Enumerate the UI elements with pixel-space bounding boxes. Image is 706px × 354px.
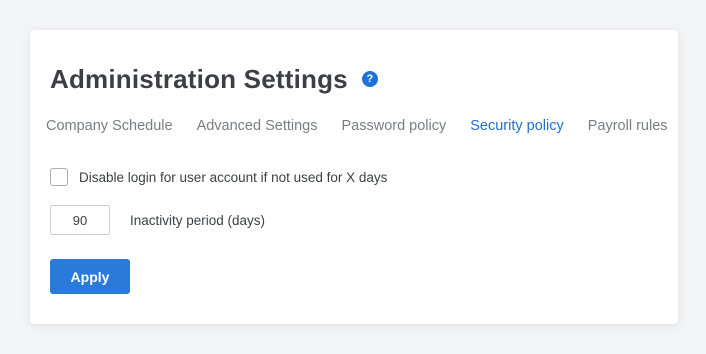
disable-login-checkbox[interactable] xyxy=(50,168,68,186)
apply-button[interactable]: Apply xyxy=(50,259,130,294)
settings-card: Administration Settings ? Company Schedu… xyxy=(30,30,678,324)
inactivity-row: Inactivity period (days) xyxy=(50,205,265,235)
inactivity-label: Inactivity period (days) xyxy=(130,212,266,228)
tab-company-schedule[interactable]: Company Schedule xyxy=(46,118,173,134)
settings-tabs: Company Schedule Advanced Settings Passw… xyxy=(46,118,668,134)
disable-login-row: Disable login for user account if not us… xyxy=(50,168,387,186)
inactivity-days-input[interactable] xyxy=(50,205,110,235)
tab-payroll-rules[interactable]: Payroll rules xyxy=(588,118,668,134)
disable-login-label: Disable login for user account if not us… xyxy=(79,169,388,185)
tab-password-policy[interactable]: Password policy xyxy=(341,118,446,134)
page-title: Administration Settings xyxy=(50,63,348,94)
title-row: Administration Settings ? xyxy=(50,64,378,94)
question-mark-icon[interactable]: ? xyxy=(361,71,378,87)
tab-security-policy[interactable]: Security policy xyxy=(470,118,563,134)
tab-advanced-settings[interactable]: Advanced Settings xyxy=(197,118,318,134)
